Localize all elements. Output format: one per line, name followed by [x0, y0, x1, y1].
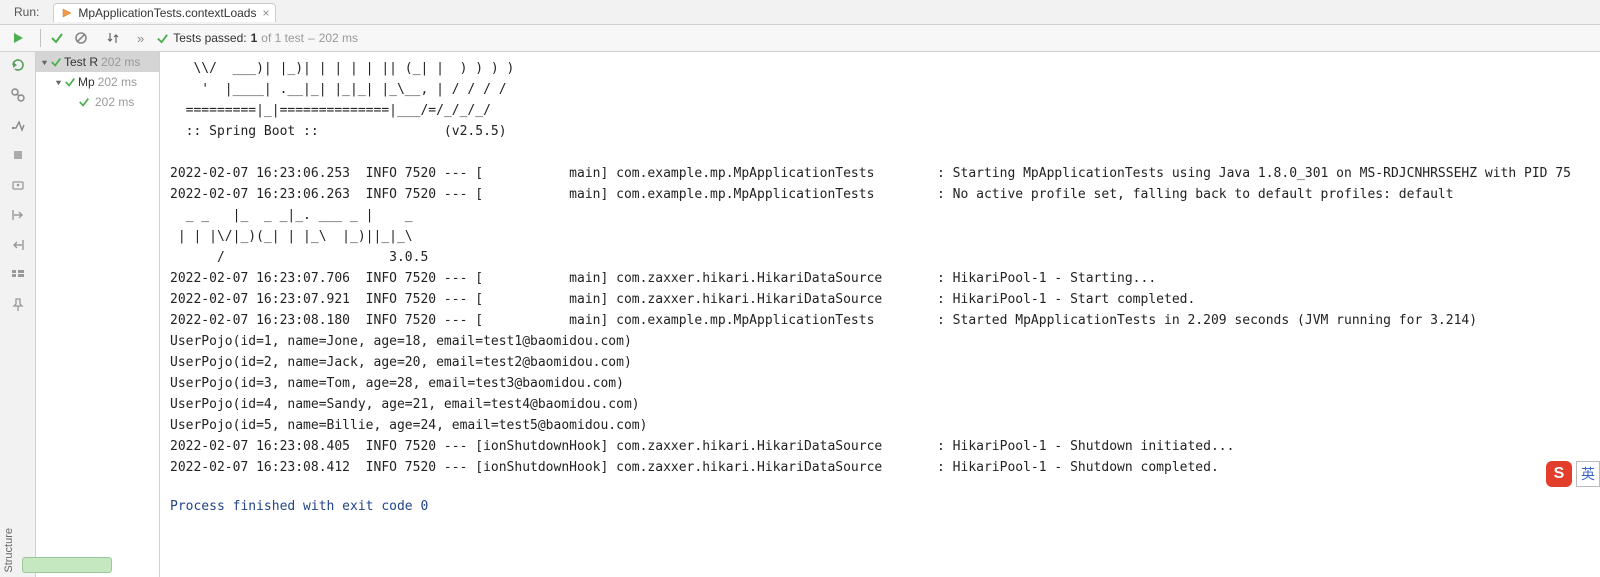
show-ignored-toggle[interactable]	[71, 28, 91, 48]
pin-button[interactable]	[7, 294, 29, 316]
tab-label: MpApplicationTests.contextLoads	[78, 6, 256, 20]
tree-item-name: Mp	[78, 75, 95, 89]
pass-icon	[78, 96, 90, 108]
process-exit-line: Process finished with exit code 0	[170, 499, 1590, 514]
chevron-down-icon[interactable]	[38, 58, 50, 67]
chevron-down-icon[interactable]	[52, 78, 64, 87]
status-sep: –	[308, 31, 315, 45]
tree-item-name: Test R	[64, 55, 98, 69]
test-config-icon	[60, 6, 74, 20]
tree-item-time: 202 ms	[95, 95, 134, 109]
sogou-icon: S	[1546, 461, 1572, 487]
console-text: \\/ ___)| |_)| | | | | || (_| | ) ) ) ) …	[170, 58, 1590, 478]
ime-language[interactable]: 英	[1576, 461, 1600, 487]
ime-indicator[interactable]: S 英	[1546, 461, 1600, 487]
left-rail	[0, 52, 36, 577]
bottom-status-chip[interactable]	[22, 557, 112, 573]
show-passed-toggle[interactable]	[47, 28, 67, 48]
test-status: Tests passed: 1 of 1 test – 202 ms	[156, 31, 358, 45]
run-label: Run:	[6, 5, 47, 19]
rerun-failed-button[interactable]	[7, 54, 29, 76]
pass-icon	[50, 56, 62, 68]
top-tab-bar: Run: MpApplicationTests.contextLoads ×	[0, 0, 1600, 25]
status-count: 1	[251, 31, 258, 45]
run-toolbar: » Tests passed: 1 of 1 test – 202 ms	[0, 25, 1600, 52]
status-prefix: Tests passed:	[173, 31, 246, 45]
divider	[40, 29, 41, 47]
test-tree[interactable]: Test R202 msMp202 ms202 ms	[36, 52, 160, 577]
status-total: of 1 test	[261, 31, 304, 45]
sort-button[interactable]	[103, 28, 123, 48]
structure-tab[interactable]: Structure	[0, 524, 18, 577]
toggle-auto-test-button[interactable]	[7, 84, 29, 106]
rerun-button[interactable]	[8, 28, 28, 48]
overflow-icon[interactable]: »	[133, 31, 148, 46]
tree-item-time: 202 ms	[101, 55, 140, 69]
console-output[interactable]: \\/ ___)| |_)| | | | | || (_| | ) ) ) ) …	[160, 52, 1600, 577]
tree-item-time: 202 ms	[98, 75, 137, 89]
run-config-tab[interactable]: MpApplicationTests.contextLoads ×	[53, 3, 276, 22]
settings-button[interactable]	[7, 114, 29, 136]
export-button[interactable]	[7, 204, 29, 226]
layout-button[interactable]	[7, 264, 29, 286]
close-icon[interactable]: ×	[262, 6, 269, 20]
tree-row[interactable]: Mp202 ms	[36, 72, 159, 92]
pass-icon	[156, 32, 169, 45]
left-vertical-tabs[interactable]: Structure	[0, 524, 22, 577]
import-button[interactable]	[7, 234, 29, 256]
tree-row[interactable]: 202 ms	[36, 92, 159, 112]
main-area: Test R202 msMp202 ms202 ms \\/ ___)| |_)…	[0, 52, 1600, 577]
tree-row[interactable]: Test R202 ms	[36, 52, 159, 72]
pass-icon	[64, 76, 76, 88]
status-time: 202 ms	[319, 31, 358, 45]
stop-button[interactable]	[7, 144, 29, 166]
dump-threads-button[interactable]	[7, 174, 29, 196]
